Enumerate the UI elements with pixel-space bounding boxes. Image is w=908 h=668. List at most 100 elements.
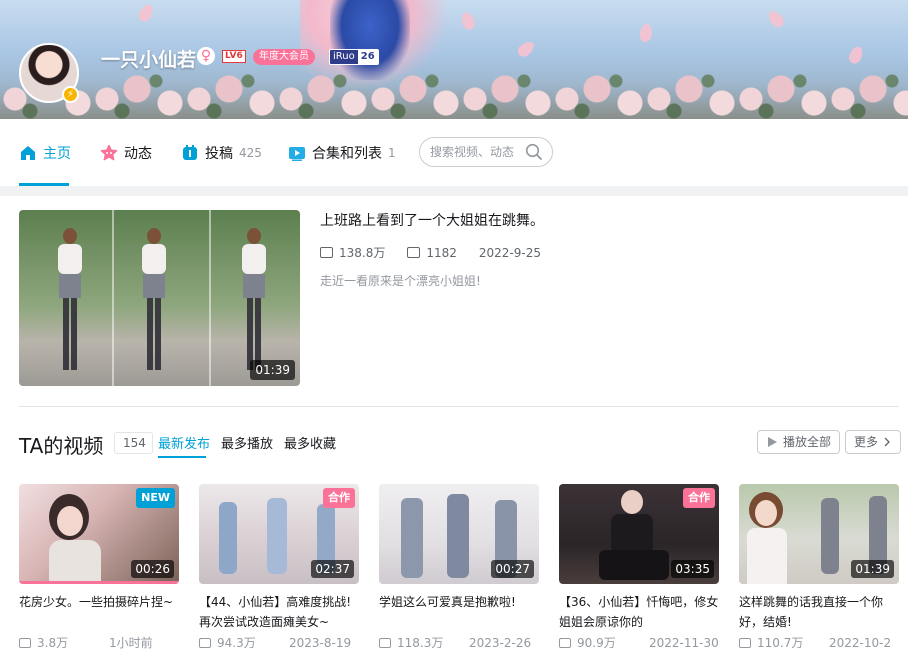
search-placeholder: 搜索视频、动态 xyxy=(430,145,515,159)
thumbnail-divider xyxy=(112,210,114,386)
petal-decoration xyxy=(638,23,654,43)
video-meta: 110.7万 2022-10-2 xyxy=(739,634,899,651)
home-icon xyxy=(21,145,35,160)
tab-dynamic-label: 动态 xyxy=(124,145,152,162)
banner-roses xyxy=(0,69,908,119)
video-views: 3.8万 xyxy=(37,636,69,650)
play-all-button[interactable]: 播放全部 xyxy=(757,430,841,454)
section-divider xyxy=(19,406,899,407)
avatar-badge-icon: ⚡ xyxy=(62,86,79,103)
petal-decoration xyxy=(515,38,537,60)
fan-medal-name: iRuo xyxy=(330,50,358,64)
section-title: TA的视频 xyxy=(19,434,104,458)
video-meta: 94.3万 2023-8-19 xyxy=(199,634,359,651)
danmaku-icon xyxy=(407,247,421,258)
tab-uploads[interactable]: 投稿 425 xyxy=(181,119,262,186)
video-thumbnail[interactable]: 合作 02:37 xyxy=(199,484,359,584)
video-card[interactable]: 01:39 这样跳舞的话我直接一个你好，结婚! 110.7万 2022-10-2 xyxy=(739,484,899,651)
video-title[interactable]: 【36、小仙若】忏悔吧，修女姐姐会原谅你的 xyxy=(559,592,719,632)
petal-decoration xyxy=(136,2,156,24)
video-views: 110.7万 xyxy=(757,636,804,650)
tab-home[interactable]: 主页 xyxy=(19,119,71,186)
featured-duration: 01:39 xyxy=(250,360,295,380)
tab-uploads-count: 425 xyxy=(239,145,262,160)
video-title[interactable]: 学姐这么可爱真是抱歉啦! xyxy=(379,592,539,632)
video-title[interactable]: 这样跳舞的话我直接一个你好，结婚! xyxy=(739,592,899,632)
video-thumbnail[interactable]: 00:27 xyxy=(379,484,539,584)
tab-uploads-label: 投稿 xyxy=(205,145,233,162)
video-thumbnail[interactable]: 01:39 xyxy=(739,484,899,584)
video-duration: 01:39 xyxy=(851,560,894,578)
video-date: 2023-2-26 xyxy=(469,635,532,650)
more-label: 更多 xyxy=(854,435,879,449)
video-date: 2022-11-30 xyxy=(649,635,719,650)
video-card[interactable]: 合作 03:35 【36、小仙若】忏悔吧，修女姐姐会原谅你的 90.9万 202… xyxy=(559,484,719,651)
chevron-right-icon xyxy=(884,437,890,447)
video-views: 94.3万 xyxy=(217,636,256,650)
play-count-icon xyxy=(320,247,333,258)
vip-badge[interactable]: 年度大会员 xyxy=(253,49,315,65)
play-count-icon xyxy=(559,637,571,648)
video-title[interactable]: 花房少女。一些拍摄碎片捏~ xyxy=(19,592,179,632)
video-card[interactable]: 00:27 学姐这么可爱真是抱歉啦! 118.3万 2023-2-26 xyxy=(379,484,539,651)
tab-collections[interactable]: 合集和列表 1 xyxy=(288,119,396,186)
featured-video-description: 走近一看原来是个漂亮小姐姐! xyxy=(320,274,481,288)
video-duration: 03:35 xyxy=(671,560,714,578)
play-count-icon xyxy=(19,637,31,648)
thumbnail-figure xyxy=(55,228,85,378)
nav-divider xyxy=(0,186,908,196)
banner-art-hair xyxy=(330,0,410,80)
featured-danmaku: 1182 xyxy=(426,245,457,260)
thumbnail-divider xyxy=(209,210,211,386)
profile-nav: 主页 动态 投稿 425 合集和列表 1 搜索视频、动态 xyxy=(0,119,908,186)
tab-latest[interactable]: 最新发布 xyxy=(158,433,210,452)
video-thumbnail[interactable]: NEW 00:26 xyxy=(19,484,179,584)
collab-badge: 合作 xyxy=(323,488,355,508)
tab-dynamic[interactable]: 动态 xyxy=(100,119,152,186)
tab-most-played[interactable]: 最多播放 xyxy=(221,433,273,452)
video-card[interactable]: NEW 00:26 花房少女。一些拍摄碎片捏~ 3.8万 1小时前 xyxy=(19,484,179,651)
featured-date: 2022-9-25 xyxy=(478,245,542,260)
fan-medal-level: 26 xyxy=(357,50,378,64)
section-video-count: 154 xyxy=(114,432,153,454)
play-count-icon xyxy=(739,637,751,648)
video-title[interactable]: 【44、小仙若】高难度挑战!再次尝试改造面瘫美女~ xyxy=(199,592,359,632)
video-meta: 3.8万 1小时前 xyxy=(19,634,179,651)
username: 一只小仙若 xyxy=(101,49,197,71)
video-card[interactable]: 合作 02:37 【44、小仙若】高难度挑战!再次尝试改造面瘫美女~ 94.3万… xyxy=(199,484,359,651)
featured-video-thumbnail[interactable]: 01:39 xyxy=(19,210,300,386)
petal-decoration xyxy=(459,10,477,32)
video-meta: 118.3万 2023-2-26 xyxy=(379,634,539,651)
thumbnail-figure xyxy=(239,228,269,378)
play-count-icon xyxy=(379,637,391,648)
search-icon[interactable] xyxy=(525,143,543,161)
tab-home-label: 主页 xyxy=(43,145,71,162)
more-button[interactable]: 更多 xyxy=(845,430,902,454)
video-date: 2023-8-19 xyxy=(289,635,352,650)
video-duration: 00:26 xyxy=(131,560,174,578)
level-badge: LV6 xyxy=(222,50,246,63)
video-date: 1小时前 xyxy=(109,636,153,650)
tab-collections-label: 合集和列表 xyxy=(312,145,382,162)
video-views: 118.3万 xyxy=(397,636,444,650)
upload-icon xyxy=(183,144,197,160)
active-sort-indicator xyxy=(158,456,206,458)
featured-views: 138.8万 xyxy=(339,246,386,260)
play-icon xyxy=(768,437,777,447)
watch-progress-bar xyxy=(19,581,179,584)
tab-most-favorited[interactable]: 最多收藏 xyxy=(284,433,336,452)
video-thumbnail[interactable]: 合作 03:35 xyxy=(559,484,719,584)
fan-medal[interactable]: iRuo 26 xyxy=(329,49,379,65)
collab-badge: 合作 xyxy=(683,488,715,508)
video-date: 2022-10-2 xyxy=(829,635,892,650)
tab-collections-count: 1 xyxy=(388,145,396,160)
petal-decoration xyxy=(846,44,866,66)
collection-icon xyxy=(289,146,305,161)
video-duration: 00:27 xyxy=(491,560,534,578)
video-views: 90.9万 xyxy=(577,636,616,650)
thumbnail-figure xyxy=(139,228,169,378)
featured-video-stats: 138.8万 1182 2022-9-25 xyxy=(320,244,563,261)
featured-video-title[interactable]: 上班路上看到了一个大姐姐在跳舞。 xyxy=(320,210,544,230)
video-meta: 90.9万 2022-11-30 xyxy=(559,634,719,651)
play-count-icon xyxy=(199,637,211,648)
